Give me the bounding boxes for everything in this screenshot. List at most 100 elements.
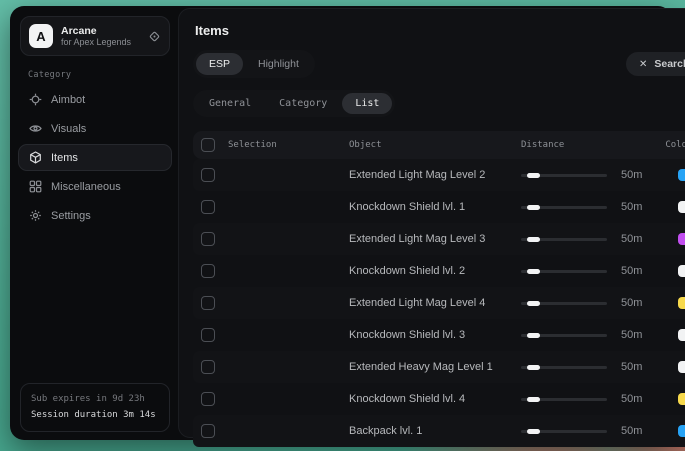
distance-slider[interactable] (521, 426, 607, 436)
object-name: Knockdown Shield lvl. 3 (349, 329, 521, 341)
table-header: Selection Object Distance Color (193, 131, 685, 159)
row-checkbox[interactable] (201, 264, 215, 278)
sidebar-item-label: Settings (51, 210, 91, 222)
distance-value: 50m (621, 329, 642, 341)
view-tabs: GeneralCategoryList (193, 90, 395, 117)
sidebar-nav: Aimbot Visuals Items Miscellaneous Setti… (18, 86, 172, 229)
grid-icon (29, 180, 42, 193)
distance-value: 50m (621, 265, 642, 277)
slider-thumb[interactable] (527, 237, 540, 243)
session-box: Sub expires in 9d 23h Session duration 3… (20, 383, 170, 432)
search-button[interactable]: ✕ Search (626, 52, 685, 76)
slider-thumb[interactable] (527, 205, 540, 211)
distance-value: 50m (621, 169, 642, 181)
table-row: Extended Light Mag Level 3 50m (193, 223, 685, 255)
color-swatch[interactable] (678, 169, 685, 181)
color-swatch[interactable] (678, 329, 685, 341)
color-swatch[interactable] (678, 425, 685, 437)
slider-thumb[interactable] (527, 429, 540, 435)
distance-value: 50m (621, 361, 642, 373)
table-row: Backpack lvl. 1 50m (193, 415, 685, 447)
eye-icon (29, 122, 42, 135)
sidebar-item-aimbot[interactable]: Aimbot (18, 86, 172, 113)
distance-value: 50m (621, 201, 642, 213)
sidebar-item-label: Items (51, 152, 78, 164)
brand-title: Arcane (61, 25, 140, 37)
color-swatch[interactable] (678, 233, 685, 245)
object-name: Extended Heavy Mag Level 1 (349, 361, 521, 373)
sidebar-item-visuals[interactable]: Visuals (18, 115, 172, 142)
tab-general[interactable]: General (196, 93, 264, 114)
slider-thumb[interactable] (527, 173, 540, 179)
search-icon: ✕ (639, 59, 647, 70)
tab-list[interactable]: List (342, 93, 392, 114)
table-row: Extended Light Mag Level 2 50m (193, 159, 685, 191)
distance-value: 50m (621, 425, 642, 437)
table-row: Knockdown Shield lvl. 1 50m (193, 191, 685, 223)
slider-thumb[interactable] (527, 269, 540, 275)
object-name: Knockdown Shield lvl. 1 (349, 201, 521, 213)
object-name: Knockdown Shield lvl. 4 (349, 393, 521, 405)
table-row: Knockdown Shield lvl. 3 50m (193, 319, 685, 351)
page-title: Items (195, 23, 685, 38)
brand-card: A Arcane for Apex Legends (20, 16, 170, 56)
distance-value: 50m (621, 297, 642, 309)
sidebar-item-label: Aimbot (51, 94, 85, 106)
distance-slider[interactable] (521, 234, 607, 244)
slider-thumb[interactable] (527, 301, 540, 307)
slider-thumb[interactable] (527, 397, 540, 403)
session-duration: Session duration 3m 14s (31, 408, 159, 423)
object-name: Extended Light Mag Level 4 (349, 297, 521, 309)
slider-thumb[interactable] (527, 333, 540, 339)
row-checkbox[interactable] (201, 232, 215, 246)
table-row: Extended Heavy Mag Level 1 50m (193, 351, 685, 383)
select-all-checkbox[interactable] (201, 138, 215, 152)
row-checkbox[interactable] (201, 328, 215, 342)
column-distance: Distance (521, 140, 642, 150)
object-name: Backpack lvl. 1 (349, 425, 521, 437)
color-swatch[interactable] (678, 265, 685, 277)
slider-thumb[interactable] (527, 365, 540, 371)
color-swatch[interactable] (678, 361, 685, 373)
distance-slider[interactable] (521, 362, 607, 372)
table-row: Knockdown Shield lvl. 4 50m (193, 383, 685, 415)
distance-slider[interactable] (521, 170, 607, 180)
distance-slider[interactable] (521, 202, 607, 212)
row-checkbox[interactable] (201, 200, 215, 214)
tab-category[interactable]: Category (266, 93, 340, 114)
items-table: Selection Object Distance Color Extended… (193, 131, 685, 447)
sidebar-item-items[interactable]: Items (18, 144, 172, 171)
table-row: Knockdown Shield lvl. 2 50m (193, 255, 685, 287)
sidebar-item-settings[interactable]: Settings (18, 202, 172, 229)
column-object: Object (349, 140, 521, 150)
tab-esp[interactable]: ESP (196, 53, 243, 75)
row-checkbox[interactable] (201, 424, 215, 438)
row-checkbox[interactable] (201, 168, 215, 182)
row-checkbox[interactable] (201, 392, 215, 406)
table-body: Extended Light Mag Level 2 50m Knockdown… (193, 159, 685, 447)
brand-logo: A (29, 24, 53, 48)
row-checkbox[interactable] (201, 360, 215, 374)
distance-slider[interactable] (521, 330, 607, 340)
row-checkbox[interactable] (201, 296, 215, 310)
distance-slider[interactable] (521, 266, 607, 276)
distance-slider[interactable] (521, 394, 607, 404)
sidebar-item-label: Miscellaneous (51, 181, 121, 193)
gear-icon (29, 209, 42, 222)
sidebar: A Arcane for Apex Legends Category Aimbo… (10, 6, 178, 440)
column-color: Color (642, 140, 685, 150)
main-panel: Items ESPHighlight ✕ Search GeneralCateg… (178, 8, 685, 438)
color-swatch[interactable] (678, 393, 685, 405)
color-swatch[interactable] (678, 297, 685, 309)
brand-subtitle: for Apex Legends (61, 37, 140, 47)
cube-icon (29, 151, 42, 164)
color-swatch[interactable] (678, 201, 685, 213)
search-button-label: Search (654, 58, 685, 70)
object-name: Extended Light Mag Level 2 (349, 169, 521, 181)
diamond-badge-icon[interactable] (148, 30, 161, 43)
sidebar-item-miscellaneous[interactable]: Miscellaneous (18, 173, 172, 200)
table-row: Extended Light Mag Level 4 50m (193, 287, 685, 319)
tab-highlight[interactable]: Highlight (245, 53, 312, 75)
distance-slider[interactable] (521, 298, 607, 308)
subscription-expiry: Sub expires in 9d 23h (31, 392, 159, 407)
